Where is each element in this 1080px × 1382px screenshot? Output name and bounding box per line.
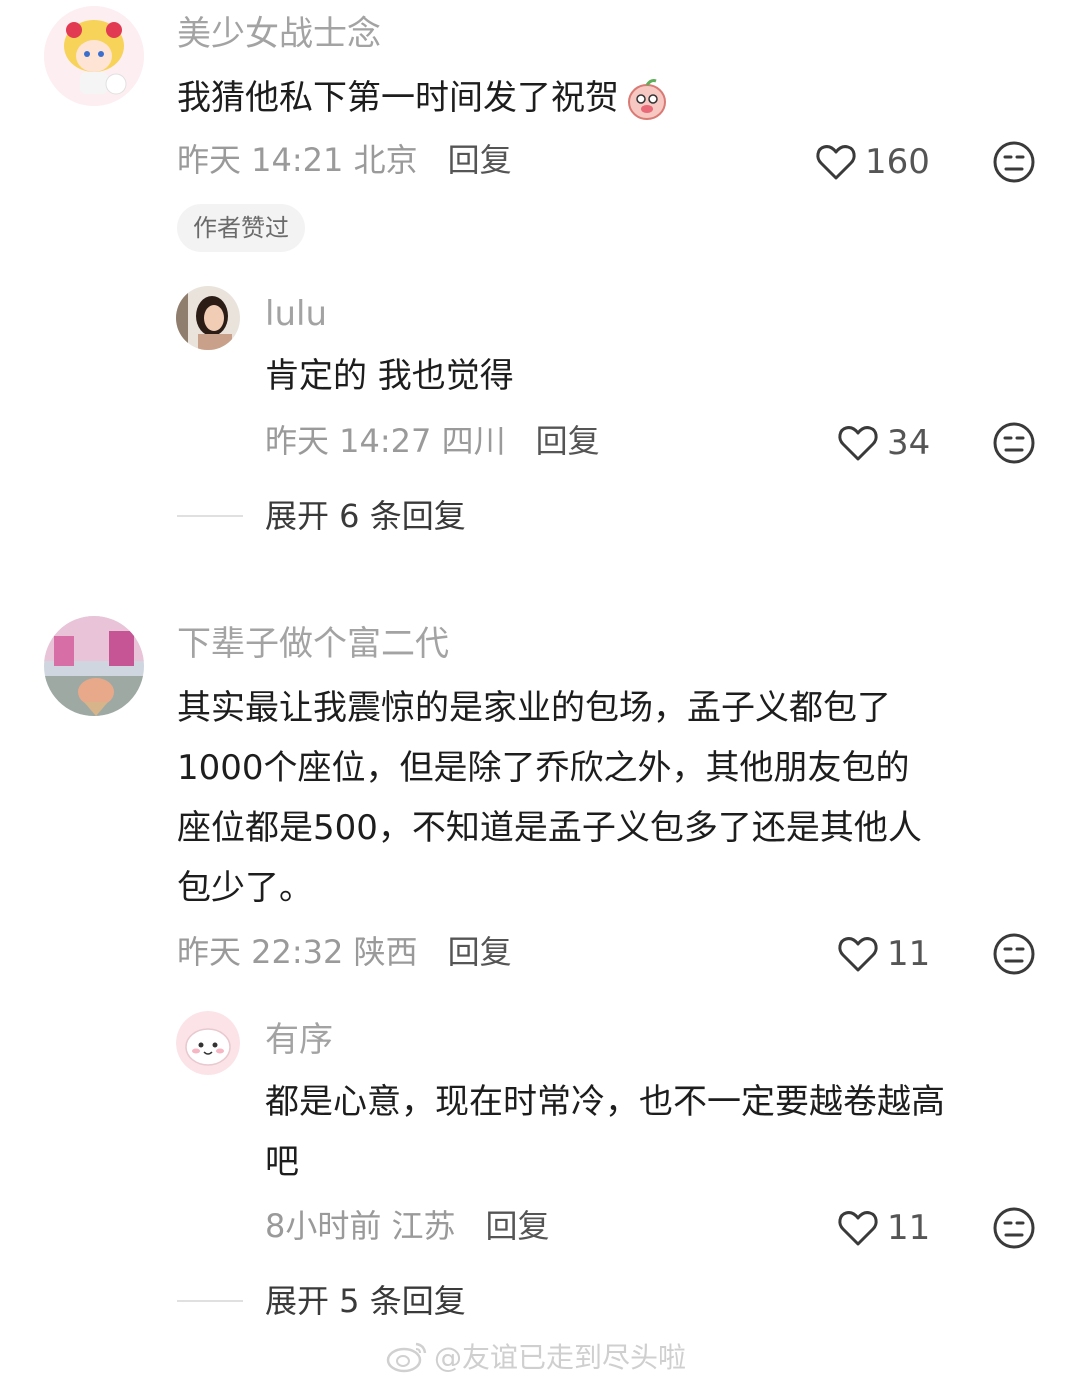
avatar[interactable] [44, 616, 144, 716]
heart-icon [838, 937, 878, 972]
comment-text: 我猜他私下第一时间发了祝贺 [177, 68, 671, 128]
comment-meta: 昨天 14:21 北京 回复 [177, 140, 512, 180]
like-count: 11 [887, 1208, 931, 1248]
comment-username[interactable]: 美少女战士念 [177, 14, 381, 54]
reply-button[interactable]: 回复 [536, 422, 600, 460]
reply-text-line: 吧 [265, 1142, 299, 1182]
dislike-icon[interactable] [992, 140, 1036, 184]
reply-username[interactable]: 有序 [265, 1020, 333, 1060]
like-button[interactable]: 11 [837, 1206, 930, 1250]
reply-button[interactable]: 回复 [486, 1207, 550, 1245]
author-liked-badge: 作者赞过 [177, 204, 305, 252]
reply-button[interactable]: 回复 [448, 141, 512, 179]
time-location: 昨天 22:32 陕西 [177, 933, 418, 971]
like-button[interactable]: 11 [837, 932, 930, 976]
comment-text: 其实最让我震惊的是家业的包场，孟子义都包了 1000个座位，但是除了乔欣之外，其… [177, 678, 1037, 918]
time-location: 8小时前 江苏 [265, 1207, 456, 1245]
divider [177, 515, 243, 517]
comment-username[interactable]: 下辈子做个富二代 [177, 624, 449, 664]
heart-icon [838, 1211, 878, 1246]
reply-meta: 8小时前 江苏 回复 [265, 1206, 550, 1246]
like-count: 34 [887, 423, 931, 463]
reply-text: 肯定的 我也觉得 [265, 356, 514, 396]
reply-text-line: 都是心意，现在时常冷，也不一定要越卷越高 [265, 1082, 945, 1122]
comment-text-line: 其实最让我震惊的是家业的包场，孟子义都包了 [177, 688, 891, 728]
reply-button[interactable]: 回复 [448, 933, 512, 971]
weibo-logo-icon [386, 1342, 427, 1373]
expand-replies-label: 展开 6 条回复 [265, 497, 466, 535]
like-button[interactable]: 34 [837, 421, 930, 465]
expand-replies-label: 展开 5 条回复 [265, 1282, 466, 1320]
watermark: @友谊已走到尽头啦 [386, 1336, 686, 1376]
comment-meta: 昨天 22:32 陕西 回复 [177, 932, 512, 972]
like-count: 160 [865, 142, 930, 182]
peach-blush-icon [623, 74, 671, 122]
comment-text-line: 1000个座位，但是除了乔欣之外，其他朋友包的 [177, 748, 910, 788]
reply-username[interactable]: lulu [265, 294, 327, 334]
avatar[interactable] [176, 1011, 240, 1075]
heart-icon [816, 145, 856, 180]
dislike-icon[interactable] [992, 932, 1036, 976]
like-count: 11 [887, 934, 931, 974]
dislike-icon[interactable] [992, 1206, 1036, 1250]
expand-replies-button[interactable]: 展开 5 条回复 [177, 1281, 466, 1321]
avatar[interactable] [44, 6, 144, 106]
comment-text-line: 包少了。 [177, 868, 313, 908]
dislike-icon[interactable] [992, 421, 1036, 465]
reply-meta: 昨天 14:27 四川 回复 [265, 421, 600, 461]
heart-icon [838, 426, 878, 461]
comment-text-line: 座位都是500，不知道是孟子义包多了还是其他人 [177, 808, 922, 848]
time-location: 昨天 14:21 北京 [177, 141, 418, 179]
time-location: 昨天 14:27 四川 [265, 422, 506, 460]
expand-replies-button[interactable]: 展开 6 条回复 [177, 496, 466, 536]
comment-text-content: 我猜他私下第一时间发了祝贺 [177, 78, 619, 118]
avatar[interactable] [176, 286, 240, 350]
reply-text: 都是心意，现在时常冷，也不一定要越卷越高 吧 [265, 1072, 1045, 1192]
divider [177, 1300, 243, 1302]
watermark-text: @友谊已走到尽头啦 [434, 1341, 687, 1374]
like-button[interactable]: 160 [815, 140, 930, 184]
